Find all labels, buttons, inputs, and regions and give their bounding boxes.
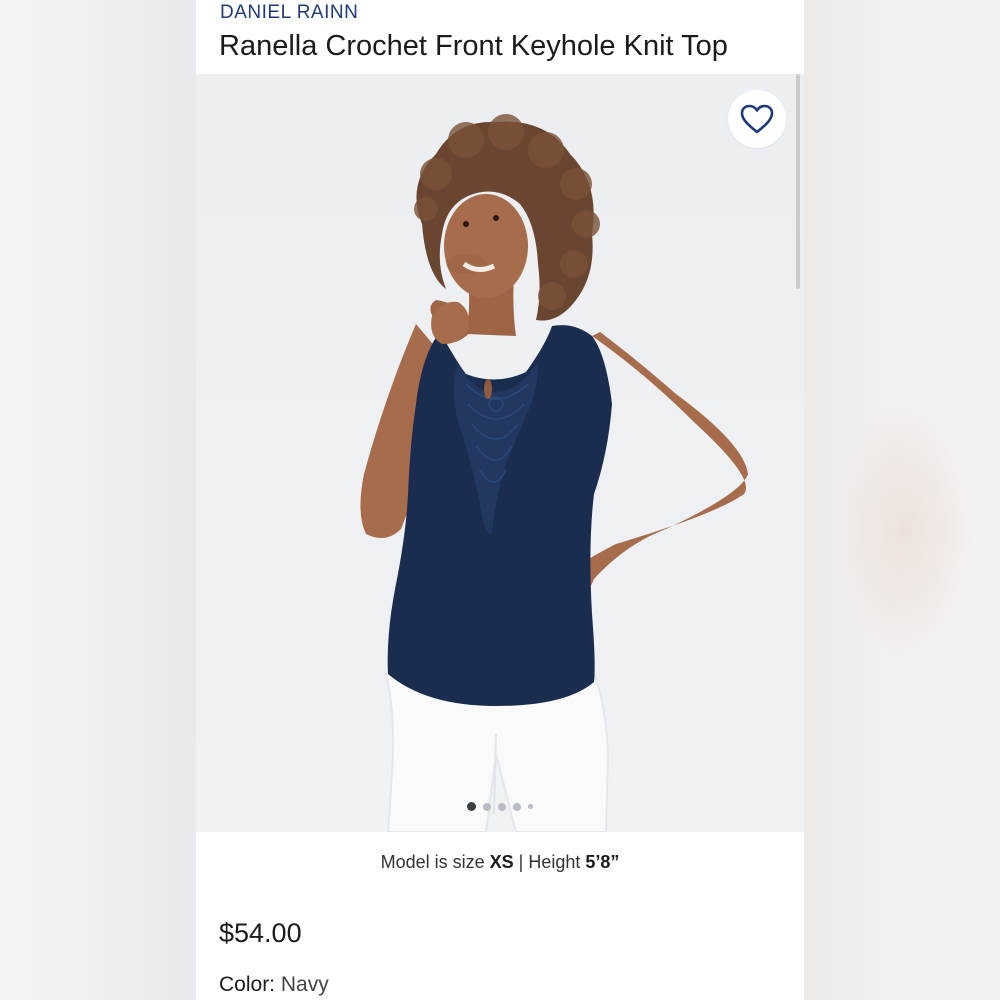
product-price: $54.00 (219, 918, 302, 948)
favorite-button[interactable] (728, 90, 786, 148)
brand-link[interactable]: DANIEL RAINN (220, 2, 358, 24)
model-size-value: XS (489, 852, 514, 872)
carousel-dot-2[interactable] (483, 802, 491, 811)
product-image-carousel[interactable] (196, 74, 804, 832)
color-label: Color: (219, 973, 276, 996)
color-value: Navy (280, 973, 329, 996)
background-blur-left (0, 0, 196, 1000)
model-height-prefix: | Height (513, 852, 586, 872)
carousel-dot-1[interactable] (467, 802, 476, 811)
carousel-dot-5[interactable] (528, 804, 533, 809)
carousel-dot-4[interactable] (513, 802, 521, 811)
color-selection: Color: Navy (219, 973, 329, 997)
carousel-indicator (196, 802, 804, 811)
carousel-dot-3[interactable] (498, 802, 506, 811)
heart-icon (740, 104, 774, 134)
product-header: DANIEL RAINN Ranella Crochet Front Keyho… (196, 0, 804, 74)
model-size-prefix: Model is size (380, 852, 490, 872)
scrollbar[interactable] (796, 74, 800, 289)
background-blur-right (804, 0, 1000, 1000)
product-title: Ranella Crochet Front Keyhole Knit Top (219, 30, 728, 62)
model-height-value: 5’8” (585, 852, 620, 872)
product-image (360, 114, 748, 832)
product-page: DANIEL RAINN Ranella Crochet Front Keyho… (196, 0, 804, 1000)
model-size-note: Model is size XS | Height 5’8” (196, 852, 804, 873)
